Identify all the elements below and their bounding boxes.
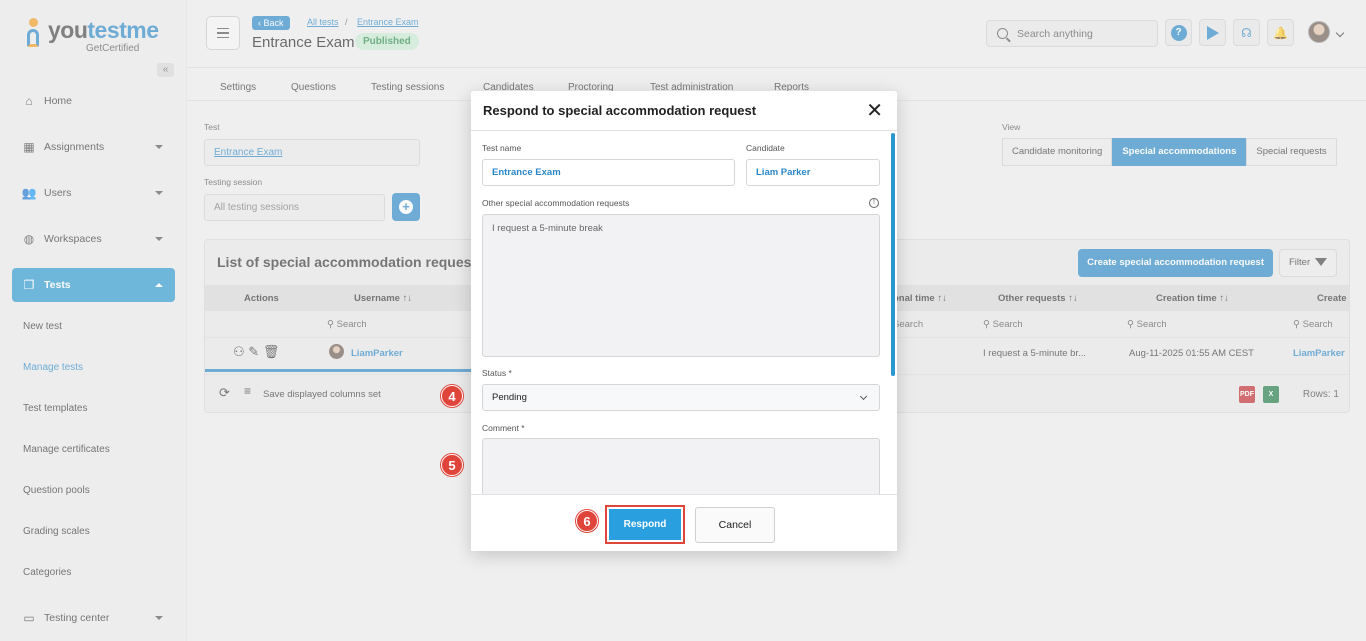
test-name-label: Test name (482, 143, 522, 153)
step-marker-4: 4 (441, 385, 463, 407)
close-icon[interactable]: ✕ (866, 101, 883, 121)
divider (471, 130, 897, 131)
respond-button[interactable]: Respond (605, 505, 685, 544)
comment-label: Comment * (482, 423, 525, 433)
comment-textarea[interactable] (482, 438, 880, 494)
candidate-field: Liam Parker (746, 159, 880, 186)
status-label: Status * (482, 368, 512, 378)
cancel-button[interactable]: Cancel (695, 507, 775, 543)
other-requests-textarea: I request a 5-minute break (482, 214, 880, 357)
modal-footer: Respond Cancel (471, 494, 897, 551)
test-name-field: Entrance Exam (482, 159, 735, 186)
step-marker-5: 5 (441, 454, 463, 476)
candidate-label: Candidate (746, 143, 785, 153)
modal-scrollbar[interactable] (891, 133, 895, 376)
info-icon[interactable]: ! (869, 198, 879, 208)
modal-title: Respond to special accommodation request (483, 103, 757, 118)
status-select[interactable]: Pending (482, 384, 880, 411)
chevron-down-icon (859, 392, 868, 401)
respond-request-modal: Respond to special accommodation request… (471, 91, 897, 551)
other-requests-label: Other special accommodation requests (482, 198, 630, 208)
step-marker-6: 6 (576, 510, 598, 532)
